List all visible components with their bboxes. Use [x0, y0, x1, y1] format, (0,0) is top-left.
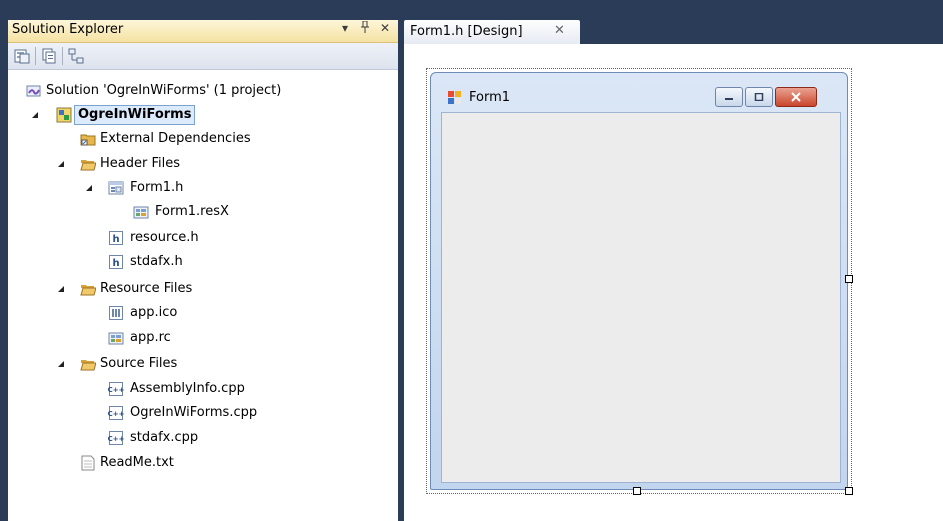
toolbar-separator [35, 47, 36, 65]
solution-explorer-toolbar [8, 43, 398, 70]
resize-handle-bottom[interactable] [633, 487, 641, 495]
tree-item-label: app.ico [130, 305, 178, 320]
close-tab-icon[interactable]: ✕ [554, 23, 565, 38]
view-class-diagram-button[interactable] [66, 46, 86, 66]
form-app-icon [447, 90, 463, 106]
cpp-file-icon: C++ [108, 430, 124, 446]
svg-text:h: h [112, 258, 119, 269]
svg-text:C++: C++ [108, 410, 124, 418]
rc-file-icon [108, 330, 124, 346]
close-icon [791, 92, 801, 102]
solution-explorer-title: Solution Explorer [12, 22, 124, 37]
form-icon [108, 180, 124, 196]
form-caption: Form1 [469, 90, 511, 105]
minimize-icon [725, 98, 733, 100]
folder-open-icon [80, 156, 96, 172]
folder-open-icon [80, 356, 96, 372]
tree-item-label: ReadMe.txt [100, 455, 174, 470]
tree-item-label: resource.h [130, 230, 199, 245]
tree-item-label: Resource Files [100, 281, 193, 296]
tree-item-label: Form1.resX [155, 204, 229, 219]
resize-handle-corner[interactable] [845, 487, 853, 495]
form1-window[interactable]: Form1 [430, 72, 848, 490]
maximize-button[interactable] [745, 87, 773, 107]
resize-handle-right[interactable] [845, 275, 853, 283]
solution-icon [26, 83, 42, 99]
form-selection-frame[interactable]: Form1 [426, 68, 853, 495]
folder-icon [80, 131, 96, 147]
tree-item-label: app.rc [130, 330, 171, 345]
collapse-triangle-icon[interactable] [56, 159, 66, 169]
header-file-icon: h [108, 230, 124, 246]
show-all-files-button[interactable] [39, 46, 59, 66]
svg-text:C++: C++ [108, 435, 124, 443]
pin-icon [361, 20, 369, 33]
tree-item-label: External Dependencies [100, 131, 251, 146]
tree-item-label: Form1.h [130, 180, 184, 195]
maximize-icon [754, 93, 764, 101]
close-pane-button[interactable]: ✕ [378, 21, 392, 35]
document-tab-strip: Form1.h [Design] ✕ [398, 20, 943, 44]
tree-item-label: Solution 'OgreInWiForms' (1 project) [46, 83, 282, 98]
header-file-icon: h [108, 254, 124, 270]
window-position-dropdown-button[interactable]: ▾ [338, 21, 352, 35]
ico-file-icon [108, 305, 124, 321]
designer-surface: Form1 [404, 44, 943, 521]
properties-button[interactable] [12, 46, 32, 66]
tree-item-label: stdafx.h [130, 254, 183, 269]
show-all-files-icon [42, 48, 56, 64]
form-client-area[interactable] [441, 112, 841, 483]
tree-item-label: OgreInWiForms.cpp [130, 405, 258, 420]
solution-explorer-titlebar: Solution Explorer ▾ ✕ [8, 20, 398, 43]
resx-icon [133, 204, 149, 220]
toolbar-separator [62, 47, 63, 65]
collapse-triangle-icon[interactable] [84, 183, 94, 193]
tree-item-label: AssemblyInfo.cpp [130, 381, 245, 396]
cpp-file-icon: C++ [108, 381, 124, 397]
properties-icon [14, 49, 30, 64]
collapse-triangle-icon[interactable] [30, 110, 40, 120]
tab-form1-design[interactable]: Form1.h [Design] ✕ [404, 20, 580, 44]
tree-item-label: stdafx.cpp [130, 430, 199, 445]
tree-item-label: OgreInWiForms [74, 105, 196, 125]
cpp-file-icon: C++ [108, 405, 124, 421]
tree-item-label: Header Files [100, 156, 180, 171]
tree-item-label: Source Files [100, 356, 178, 371]
text-file-icon [80, 455, 96, 471]
project-icon [56, 107, 72, 123]
collapse-triangle-icon[interactable] [56, 359, 66, 369]
minimize-button[interactable] [715, 87, 743, 107]
solution-explorer-pane: Solution Explorer ▾ ✕ Solution 'OgreInWi… [8, 20, 398, 521]
auto-hide-pin-button[interactable] [358, 20, 372, 36]
collapse-triangle-icon[interactable] [56, 284, 66, 294]
svg-text:C++: C++ [108, 386, 124, 394]
svg-text:h: h [112, 234, 119, 245]
folder-open-icon [80, 281, 96, 297]
view-class-diagram-icon [68, 48, 84, 64]
close-button[interactable] [775, 87, 817, 107]
tab-label: Form1.h [Design] [410, 24, 523, 39]
